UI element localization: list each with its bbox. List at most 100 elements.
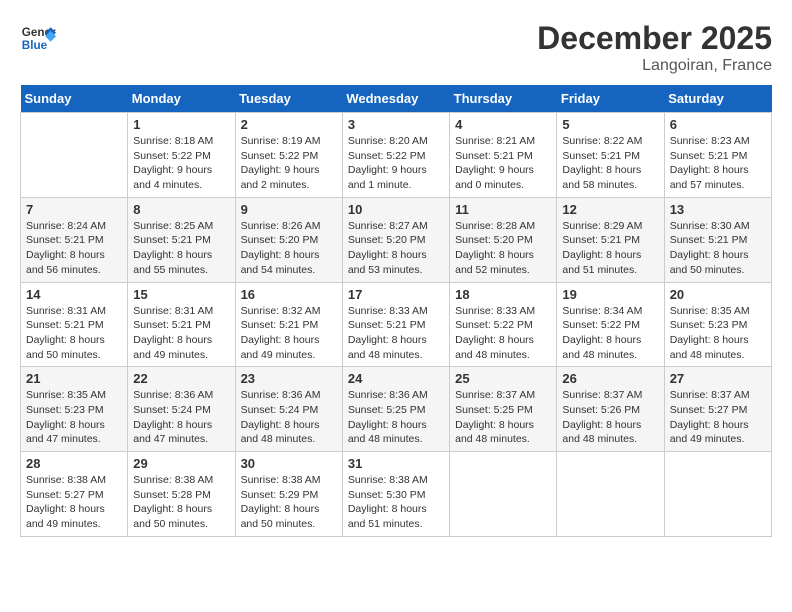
calendar-cell: 29 Sunrise: 8:38 AM Sunset: 5:28 PM Dayli… [128,452,235,537]
cell-info: Sunrise: 8:20 AM Sunset: 5:22 PM Dayligh… [348,134,444,193]
cell-info: Sunrise: 8:37 AM Sunset: 5:27 PM Dayligh… [670,388,766,447]
day-number: 24 [348,371,444,386]
day-number: 22 [133,371,229,386]
day-number: 19 [562,287,658,302]
logo-icon: General Blue [20,20,56,56]
col-header-wednesday: Wednesday [342,85,449,113]
day-number: 13 [670,202,766,217]
calendar-cell: 12 Sunrise: 8:29 AM Sunset: 5:21 PM Dayli… [557,197,664,282]
cell-info: Sunrise: 8:30 AM Sunset: 5:21 PM Dayligh… [670,219,766,278]
day-number: 18 [455,287,551,302]
cell-info: Sunrise: 8:26 AM Sunset: 5:20 PM Dayligh… [241,219,337,278]
calendar-cell: 25 Sunrise: 8:37 AM Sunset: 5:25 PM Dayli… [450,367,557,452]
week-row-1: 1 Sunrise: 8:18 AM Sunset: 5:22 PM Daylig… [21,113,772,198]
day-number: 8 [133,202,229,217]
cell-info: Sunrise: 8:32 AM Sunset: 5:21 PM Dayligh… [241,304,337,363]
cell-info: Sunrise: 8:31 AM Sunset: 5:21 PM Dayligh… [133,304,229,363]
week-row-2: 7 Sunrise: 8:24 AM Sunset: 5:21 PM Daylig… [21,197,772,282]
svg-text:Blue: Blue [22,39,48,52]
calendar-cell: 27 Sunrise: 8:37 AM Sunset: 5:27 PM Dayli… [664,367,771,452]
cell-info: Sunrise: 8:38 AM Sunset: 5:30 PM Dayligh… [348,473,444,532]
cell-info: Sunrise: 8:36 AM Sunset: 5:24 PM Dayligh… [133,388,229,447]
calendar-cell: 24 Sunrise: 8:36 AM Sunset: 5:25 PM Dayli… [342,367,449,452]
cell-info: Sunrise: 8:38 AM Sunset: 5:29 PM Dayligh… [241,473,337,532]
cell-info: Sunrise: 8:37 AM Sunset: 5:25 PM Dayligh… [455,388,551,447]
day-number: 29 [133,456,229,471]
cell-info: Sunrise: 8:27 AM Sunset: 5:20 PM Dayligh… [348,219,444,278]
cell-info: Sunrise: 8:23 AM Sunset: 5:21 PM Dayligh… [670,134,766,193]
col-header-friday: Friday [557,85,664,113]
cell-info: Sunrise: 8:21 AM Sunset: 5:21 PM Dayligh… [455,134,551,193]
cell-info: Sunrise: 8:35 AM Sunset: 5:23 PM Dayligh… [26,388,122,447]
logo: General Blue [20,20,56,56]
day-number: 30 [241,456,337,471]
cell-info: Sunrise: 8:33 AM Sunset: 5:21 PM Dayligh… [348,304,444,363]
cell-info: Sunrise: 8:22 AM Sunset: 5:21 PM Dayligh… [562,134,658,193]
day-number: 25 [455,371,551,386]
day-number: 27 [670,371,766,386]
cell-info: Sunrise: 8:31 AM Sunset: 5:21 PM Dayligh… [26,304,122,363]
col-header-saturday: Saturday [664,85,771,113]
week-row-5: 28Sunrise: 8:38 AM Sunset: 5:27 PM Dayli… [21,452,772,537]
col-header-sunday: Sunday [21,85,128,113]
day-number: 20 [670,287,766,302]
cell-info: Sunrise: 8:38 AM Sunset: 5:28 PM Dayligh… [133,473,229,532]
cell-info: Sunrise: 8:37 AM Sunset: 5:26 PM Dayligh… [562,388,658,447]
day-number: 1 [133,117,229,132]
week-row-4: 21 Sunrise: 8:35 AM Sunset: 5:23 PM Dayli… [21,367,772,452]
cell-info: Sunrise: 8:18 AM Sunset: 5:22 PM Dayligh… [133,134,229,193]
calendar-cell [21,113,128,198]
cell-info: Sunrise: 8:34 AM Sunset: 5:22 PM Dayligh… [562,304,658,363]
cell-info: Sunrise: 8:36 AM Sunset: 5:25 PM Dayligh… [348,388,444,447]
calendar-cell: 18Sunrise: 8:33 AM Sunset: 5:22 PM Dayli… [450,282,557,367]
calendar-table: SundayMondayTuesdayWednesdayThursdayFrid… [20,85,772,537]
calendar-cell: 16 Sunrise: 8:32 AM Sunset: 5:21 PM Dayli… [235,282,342,367]
day-number: 21 [26,371,122,386]
day-number: 6 [670,117,766,132]
location-title: Langoiran, France [537,57,772,75]
day-number: 5 [562,117,658,132]
day-number: 10 [348,202,444,217]
calendar-cell: 11 Sunrise: 8:28 AM Sunset: 5:20 PM Dayli… [450,197,557,282]
calendar-cell: 14 Sunrise: 8:31 AM Sunset: 5:21 PM Dayli… [21,282,128,367]
cell-info: Sunrise: 8:25 AM Sunset: 5:21 PM Dayligh… [133,219,229,278]
cell-info: Sunrise: 8:19 AM Sunset: 5:22 PM Dayligh… [241,134,337,193]
day-number: 7 [26,202,122,217]
page-header: General Blue December 2025 Langoiran, Fr… [20,20,772,75]
calendar-cell [664,452,771,537]
calendar-cell: 20 Sunrise: 8:35 AM Sunset: 5:23 PM Dayli… [664,282,771,367]
calendar-cell: 10 Sunrise: 8:27 AM Sunset: 5:20 PM Dayli… [342,197,449,282]
calendar-cell: 8 Sunrise: 8:25 AM Sunset: 5:21 PM Daylig… [128,197,235,282]
calendar-cell [557,452,664,537]
cell-info: Sunrise: 8:36 AM Sunset: 5:24 PM Dayligh… [241,388,337,447]
day-number: 12 [562,202,658,217]
calendar-cell: 5 Sunrise: 8:22 AM Sunset: 5:21 PM Daylig… [557,113,664,198]
calendar-cell: 13 Sunrise: 8:30 AM Sunset: 5:21 PM Dayli… [664,197,771,282]
day-number: 16 [241,287,337,302]
day-number: 14 [26,287,122,302]
calendar-cell: 4Sunrise: 8:21 AM Sunset: 5:21 PM Daylig… [450,113,557,198]
day-number: 28 [26,456,122,471]
calendar-cell: 31Sunrise: 8:38 AM Sunset: 5:30 PM Dayli… [342,452,449,537]
day-number: 9 [241,202,337,217]
cell-info: Sunrise: 8:29 AM Sunset: 5:21 PM Dayligh… [562,219,658,278]
calendar-cell: 22 Sunrise: 8:36 AM Sunset: 5:24 PM Dayli… [128,367,235,452]
calendar-cell: 26Sunrise: 8:37 AM Sunset: 5:26 PM Dayli… [557,367,664,452]
day-number: 11 [455,202,551,217]
calendar-cell: 1 Sunrise: 8:18 AM Sunset: 5:22 PM Daylig… [128,113,235,198]
col-header-tuesday: Tuesday [235,85,342,113]
calendar-cell: 15Sunrise: 8:31 AM Sunset: 5:21 PM Dayli… [128,282,235,367]
calendar-cell: 23 Sunrise: 8:36 AM Sunset: 5:24 PM Dayli… [235,367,342,452]
col-header-thursday: Thursday [450,85,557,113]
day-number: 2 [241,117,337,132]
cell-info: Sunrise: 8:35 AM Sunset: 5:23 PM Dayligh… [670,304,766,363]
calendar-cell: 7 Sunrise: 8:24 AM Sunset: 5:21 PM Daylig… [21,197,128,282]
calendar-cell: 30 Sunrise: 8:38 AM Sunset: 5:29 PM Dayli… [235,452,342,537]
title-area: December 2025 Langoiran, France [537,20,772,75]
calendar-cell: 3Sunrise: 8:20 AM Sunset: 5:22 PM Daylig… [342,113,449,198]
cell-info: Sunrise: 8:28 AM Sunset: 5:20 PM Dayligh… [455,219,551,278]
day-number: 23 [241,371,337,386]
cell-info: Sunrise: 8:24 AM Sunset: 5:21 PM Dayligh… [26,219,122,278]
calendar-cell: 6 Sunrise: 8:23 AM Sunset: 5:21 PM Daylig… [664,113,771,198]
calendar-cell: 2 Sunrise: 8:19 AM Sunset: 5:22 PM Daylig… [235,113,342,198]
